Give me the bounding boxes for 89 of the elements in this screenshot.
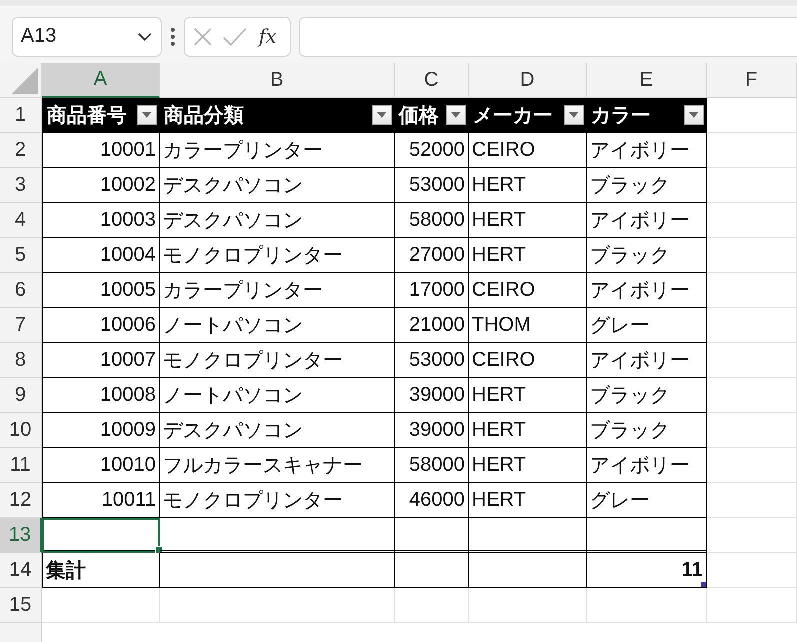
row-header[interactable]: 13 [0,518,42,553]
active-cell[interactable] [42,518,160,553]
table-cell: HERT [469,483,587,518]
table-cell: ノートパソコン [160,308,395,343]
total-count: 11 [587,553,707,588]
table-cell: 27000 [395,238,469,273]
column-header[interactable]: E [587,63,707,98]
table-cell: 52000 [395,133,469,168]
table-cell: THOM [469,308,587,343]
table-cell: アイボリー [587,133,707,168]
table-cell: デスクパソコン [160,168,395,203]
filter-button[interactable] [137,105,157,125]
checkmark-icon[interactable] [223,26,247,46]
table-cell: 10005 [42,273,160,308]
table-cell: 17000 [395,273,469,308]
table-cell: 58000 [395,448,469,483]
table-cell: 39000 [395,378,469,413]
table-cell: CEIRO [469,273,587,308]
table-cell: フルカラースキャナー [160,448,395,483]
table-cell: 10006 [42,308,160,343]
table-cell: 46000 [395,483,469,518]
column-header[interactable]: A [42,63,160,98]
column-title: 価格 [399,104,439,128]
filter-button[interactable] [372,105,392,125]
table-cell: モノクロプリンター [160,483,395,518]
column-title: カラー [591,104,651,128]
table-cell: CEIRO [469,133,587,168]
filter-button[interactable] [684,105,704,125]
column-header[interactable]: D [469,63,587,98]
caret-down-icon [569,112,579,118]
filter-button[interactable] [564,105,584,125]
chevron-down-icon[interactable] [137,32,153,42]
caret-down-icon [689,112,699,118]
table-cell: 10004 [42,238,160,273]
caret-down-icon [142,112,152,118]
column-header[interactable]: C [395,63,469,98]
table-cell: 10010 [42,448,160,483]
cell-reference: A13 [21,25,57,48]
table-cell: ブラック [587,238,707,273]
caret-down-icon [377,112,387,118]
table-cell: アイボリー [587,203,707,238]
column-header[interactable]: F [707,63,797,98]
total-label: 集計 [42,553,160,588]
table-cell: モノクロプリンター [160,343,395,378]
table-cell: HERT [469,203,587,238]
table-cell: ノートパソコン [160,378,395,413]
table-cell: 53000 [395,343,469,378]
table-cell: アイボリー [587,448,707,483]
table-cell: グレー [587,483,707,518]
table-cell: HERT [469,413,587,448]
corner-triangle-icon [12,68,38,94]
table-cell: HERT [469,168,587,203]
resize-handle[interactable] [701,582,706,587]
table-cell: 10003 [42,203,160,238]
column-header[interactable]: B [160,63,395,98]
table-cell: HERT [469,448,587,483]
table-cell: 10002 [42,168,160,203]
table-cell: ブラック [587,378,707,413]
table-cell: カラープリンター [160,273,395,308]
table-cell: 39000 [395,413,469,448]
table-cell: デスクパソコン [160,413,395,448]
table-cell: 58000 [395,203,469,238]
table-cell: 10008 [42,378,160,413]
table-cell: モノクロプリンター [160,238,395,273]
caret-down-icon [451,112,461,118]
table-cell: 10001 [42,133,160,168]
table-cell: アイボリー [587,273,707,308]
table-cell: カラープリンター [160,133,395,168]
table-cell: アイボリー [587,343,707,378]
table-cell: グレー [587,308,707,343]
table-cell: 10009 [42,413,160,448]
insert-function-button[interactable]: fx [259,26,277,48]
column-title: 商品番号 [47,104,127,128]
table-cell: HERT [469,238,587,273]
formula-input[interactable] [299,16,797,56]
table-cell: CEIRO [469,343,587,378]
table-cell: ブラック [587,413,707,448]
filter-button[interactable] [446,105,466,125]
table-cell: 21000 [395,308,469,343]
column-title: 商品分類 [164,104,244,128]
column-title: メーカー [473,104,553,128]
table-cell: 10007 [42,343,160,378]
table-cell: デスクパソコン [160,203,395,238]
table-cell: 53000 [395,168,469,203]
more-options-icon[interactable] [170,26,176,46]
name-box[interactable]: A13 [12,16,162,56]
table-cell: HERT [469,378,587,413]
table-cell: 10011 [42,483,160,518]
table-cell: ブラック [587,168,707,203]
